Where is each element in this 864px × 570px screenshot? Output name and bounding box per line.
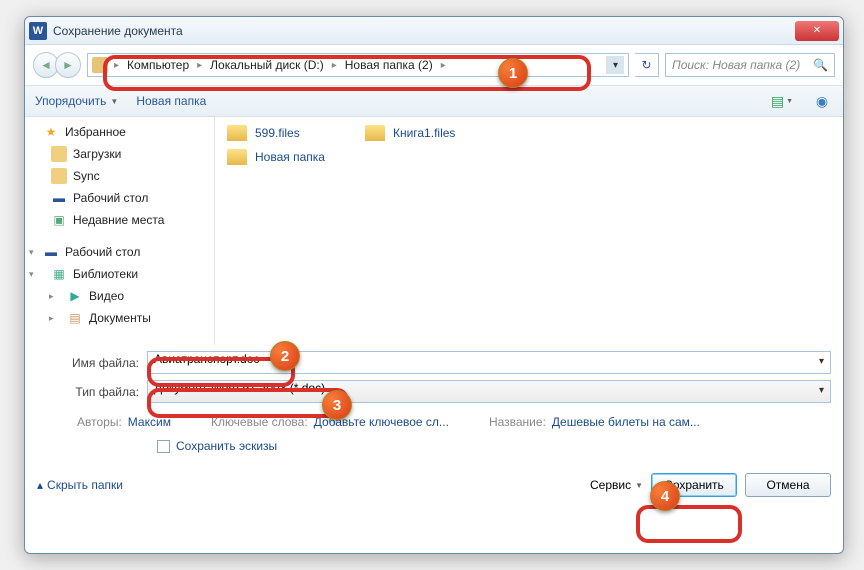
tree-toggle-icon[interactable]: ▸ [49,313,54,324]
close-button[interactable]: ✕ [795,21,839,41]
search-placeholder: Поиск: Новая папка (2) [672,58,800,72]
word-icon: W [29,22,47,40]
breadcrumb-folder[interactable]: Новая папка (2) [339,58,439,72]
sidebar-item[interactable]: ▬Рабочий стол [27,187,212,209]
tree-toggle-icon[interactable]: ▾ [29,269,34,280]
tree-toggle-icon[interactable]: ▸ [49,291,54,302]
title-label: Название: [489,415,546,429]
address-bar[interactable]: ▸ Компьютер ▸ Локальный диск (D:) ▸ Нова… [87,53,629,77]
authors-value[interactable]: Максим [128,415,171,429]
new-folder-button[interactable]: Новая папка [136,94,206,108]
desktop-icon: ▬ [43,244,59,260]
folder-icon [51,168,67,184]
keywords-label: Ключевые слова: [211,415,308,429]
footer: ▴Скрыть папки Сервис▼ Сохранить Отмена [25,469,843,505]
tree-toggle-icon[interactable]: ▾ [29,247,34,258]
chevron-down-icon: ▼ [635,481,643,490]
sidebar-item[interactable]: ▸▤Документы [27,307,212,329]
cancel-button[interactable]: Отмена [745,473,831,497]
search-input[interactable]: Поиск: Новая папка (2) 🔍 [665,53,835,77]
refresh-button[interactable]: ↻ [635,53,659,77]
bottom-panel: Имя файла: Авиатранспорт.doc Тип файла: … [25,345,843,469]
file-item[interactable]: Книга1.files [365,125,455,141]
sidebar-desktop[interactable]: ▾▬Рабочий стол [27,241,212,263]
file-pane[interactable]: 599.files Новая папка Книга1.files [215,117,843,345]
document-icon: ▤ [67,310,83,326]
filename-input[interactable]: Авиатранспорт.doc [147,351,831,374]
view-button[interactable]: ▤▼ [771,90,793,112]
filetype-select[interactable]: Документ Word 97-2003 (*.doc) [147,380,831,403]
chevron-right-icon: ▸ [330,60,339,71]
authors-label: Авторы: [77,415,122,429]
sidebar-item[interactable]: ▸▶Видео [27,285,212,307]
star-icon: ★ [43,124,59,140]
video-icon: ▶ [67,288,83,304]
hide-folders-link[interactable]: ▴Скрыть папки [37,478,123,492]
sidebar-item[interactable]: Sync [27,165,212,187]
nav-row: ◄ ► ▸ Компьютер ▸ Локальный диск (D:) ▸ … [25,45,843,85]
filename-label: Имя файла: [37,356,147,370]
tools-button[interactable]: Сервис▼ [590,478,643,492]
desktop-icon: ▬ [51,190,67,206]
file-item[interactable]: Новая папка [227,149,325,165]
save-thumbs-label: Сохранить эскизы [176,439,277,453]
keywords-value[interactable]: Добавьте ключевое сл... [314,415,449,429]
sidebar: ★Избранное Загрузки Sync ▬Рабочий стол ▣… [25,117,215,345]
forward-button[interactable]: ► [55,52,81,78]
breadcrumb-computer[interactable]: Компьютер [121,58,195,72]
chevron-up-icon: ▴ [37,478,43,492]
organize-button[interactable]: Упорядочить▼ [35,94,118,108]
dialog-title: Сохранение документа [53,24,795,38]
chevron-right-icon: ▸ [112,60,121,71]
recent-icon: ▣ [51,212,67,228]
folder-icon [227,149,247,165]
filetype-label: Тип файла: [37,385,147,399]
folder-icon [227,125,247,141]
address-dropdown[interactable]: ▾ [606,56,624,74]
metadata-row: Авторы: Максим Ключевые слова: Добавьте кл… [37,409,831,433]
breadcrumb-disk[interactable]: Локальный диск (D:) [204,58,330,72]
search-icon[interactable]: 🔍 [813,58,828,72]
toolbar: Упорядочить▼ Новая папка ▤▼ ◉ [25,85,843,117]
sidebar-item[interactable]: ▣Недавние места [27,209,212,231]
chevron-down-icon: ▼ [110,97,118,106]
titlebar: W Сохранение документа ✕ [25,17,843,45]
chevron-right-icon: ▸ [439,60,448,71]
sidebar-item[interactable]: Загрузки [27,143,212,165]
chevron-right-icon: ▸ [195,60,204,71]
folder-icon [92,57,108,73]
file-item[interactable]: 599.files [227,125,325,141]
save-thumbs-checkbox[interactable] [157,440,170,453]
title-value[interactable]: Дешевые билеты на сам... [552,415,700,429]
library-icon: ▦ [51,266,67,282]
folder-icon [365,125,385,141]
help-button[interactable]: ◉ [811,90,833,112]
folder-icon [51,146,67,162]
sidebar-favorites[interactable]: ★Избранное [27,121,212,143]
save-button[interactable]: Сохранить [651,473,737,497]
sidebar-libraries[interactable]: ▾▦Библиотеки [27,263,212,285]
save-dialog: W Сохранение документа ✕ ◄ ► ▸ Компьютер… [24,16,844,554]
body-area: ★Избранное Загрузки Sync ▬Рабочий стол ▣… [25,117,843,345]
